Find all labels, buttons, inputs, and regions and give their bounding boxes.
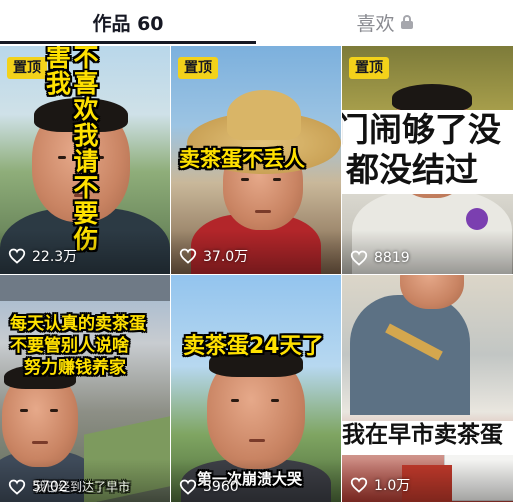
video-caption-line: 都没结过 [346, 150, 478, 189]
video-thumbnail[interactable]: 每天认真的卖茶蛋 不要管别人说啥 努力赚钱养家 我已经到达了早市 5702 [0, 275, 170, 502]
like-count-value: 5702 [32, 479, 68, 495]
like-count: 37.0万 [179, 246, 248, 266]
like-count-value: 22.3万 [32, 249, 78, 265]
profile-tabbar: 作品 60 喜欢 [0, 0, 513, 44]
video-thumbnail[interactable]: 置顶 门闹够了没 都没结过 8819 [342, 46, 513, 274]
like-count-value: 37.0万 [203, 249, 249, 265]
heart-outline-icon [179, 248, 197, 264]
pinned-badge: 置顶 [7, 57, 47, 79]
heart-outline-icon [350, 477, 368, 493]
tab-works[interactable]: 作品 60 [0, 0, 256, 44]
like-count: 5960 [179, 479, 239, 495]
pinned-badge: 置顶 [178, 57, 218, 79]
video-caption: 卖茶蛋24天了 [183, 334, 324, 359]
video-caption-line: 不要管别人说啥 [10, 336, 129, 356]
video-caption-line: 门闹够了没 [342, 110, 501, 149]
video-thumbnail[interactable]: 我在早市卖茶蛋 1.0万 [342, 275, 513, 502]
like-count-value: 5960 [203, 479, 239, 495]
video-caption-line: 努力赚钱养家 [24, 358, 126, 378]
like-count: 8819 [350, 250, 410, 266]
video-caption: 我在早市卖茶蛋 [342, 422, 503, 448]
video-thumbnail[interactable]: 卖茶蛋24天了 第一次崩溃大哭 5960 [171, 275, 341, 502]
video-thumbnail[interactable]: 置顶 卖茶蛋不丢人 37.0万 [171, 46, 341, 274]
pinned-badge: 置顶 [349, 57, 389, 79]
video-thumbnail[interactable]: 置顶 不喜欢我请不要伤害我 22.3万 [0, 46, 170, 274]
purple-flower [466, 208, 488, 230]
tab-active-indicator [0, 41, 256, 44]
like-count: 5702 [8, 479, 68, 495]
tab-works-label: 作品 60 [92, 12, 164, 35]
heart-outline-icon [8, 248, 26, 264]
tab-likes-label: 喜欢 [356, 12, 395, 35]
video-caption: 卖茶蛋不丢人 [179, 147, 305, 171]
like-count: 22.3万 [8, 246, 77, 266]
heart-outline-icon [179, 479, 197, 495]
like-count-value: 1.0万 [374, 478, 411, 494]
heart-outline-icon [8, 479, 26, 495]
like-count-value: 8819 [374, 250, 410, 266]
heart-outline-icon [350, 250, 368, 266]
market-awning [0, 275, 170, 301]
lock-icon [400, 15, 413, 29]
like-count: 1.0万 [350, 475, 410, 495]
video-caption-line: 每天认真的卖茶蛋 [10, 314, 146, 334]
video-grid: 置顶 不喜欢我请不要伤害我 22.3万 置顶 卖茶蛋不丢人 37.0万 置顶 门… [0, 46, 513, 502]
tab-likes[interactable]: 喜欢 [256, 0, 513, 44]
